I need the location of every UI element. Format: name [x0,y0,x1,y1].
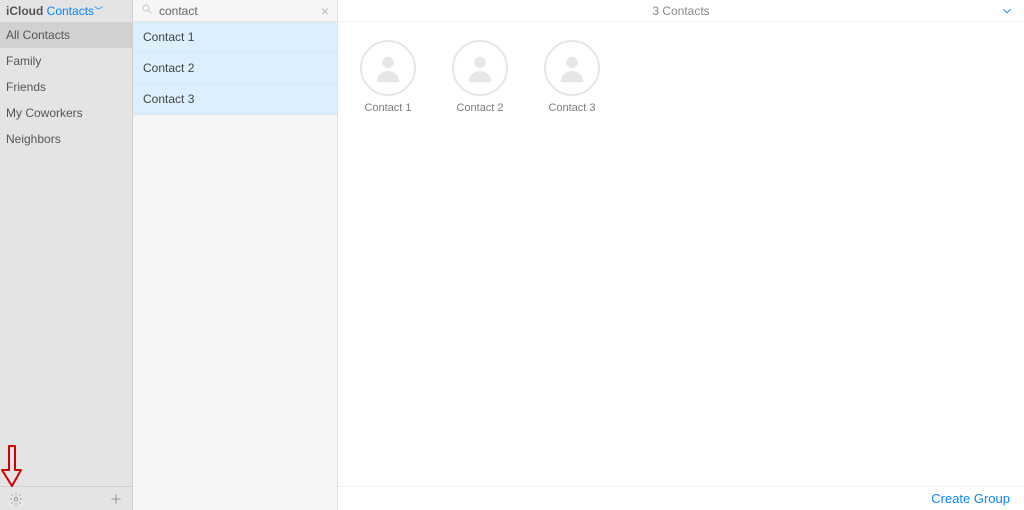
contact-list-column: × Contact 1 Contact 2 Contact 3 [133,0,338,510]
group-list: All Contacts Family Friends My Coworkers Nei… [0,22,132,486]
contact-card[interactable]: Contact 1 [360,40,416,114]
sidebar-group-item[interactable]: My Coworkers [0,100,132,126]
contact-row[interactable]: Contact 1 [133,22,337,53]
contact-card-label: Contact 2 [456,102,503,114]
contact-card[interactable]: Contact 2 [452,40,508,114]
plus-icon[interactable] [108,491,124,507]
group-label: Friends [6,80,46,94]
app-title[interactable]: iCloud Contacts﹀ [0,0,132,22]
contact-card[interactable]: Contact 3 [544,40,600,114]
contact-row-label: Contact 2 [143,61,194,75]
contact-row-label: Contact 1 [143,30,194,44]
contact-card-label: Contact 1 [364,102,411,114]
detail-header: 3 Contacts [338,0,1024,22]
contact-cards: Contact 1 Contact 2 Contact 3 [338,22,1024,132]
create-group-link[interactable]: Create Group [931,491,1010,506]
search-bar: × [133,0,337,22]
sidebar-group-item[interactable]: Neighbors [0,126,132,152]
contact-row[interactable]: Contact 3 [133,84,337,115]
sidebar-group-item[interactable]: All Contacts [0,22,132,48]
gear-icon[interactable] [8,491,24,507]
sidebar-group-item[interactable]: Friends [0,74,132,100]
sidebar-group-item[interactable]: Family [0,48,132,74]
chevron-down-icon[interactable] [1000,4,1014,21]
chevron-down-icon: ﹀ [94,6,103,16]
detail-title: 3 Contacts [652,4,709,18]
detail-pane: 3 Contacts Contact 1 Contact 2 Contact 3 C… [338,0,1024,510]
group-label: Neighbors [6,132,61,146]
group-label: All Contacts [6,28,70,42]
avatar-placeholder-icon [360,40,416,96]
contact-row-label: Contact 3 [143,92,194,106]
section-label: Contacts [47,4,94,18]
app-root: iCloud Contacts﹀ All Contacts Family Frien… [0,0,1024,510]
search-input[interactable] [159,4,315,18]
sidebar-footer [0,486,132,510]
group-label: My Coworkers [6,106,83,120]
brand-label: iCloud [6,4,43,18]
contact-card-label: Contact 3 [548,102,595,114]
avatar-placeholder-icon [452,40,508,96]
avatar-placeholder-icon [544,40,600,96]
detail-footer: Create Group [338,486,1024,510]
group-label: Family [6,54,41,68]
clear-search-icon[interactable]: × [321,4,329,18]
search-icon [141,3,153,18]
sidebar: iCloud Contacts﹀ All Contacts Family Frien… [0,0,133,510]
contact-rows: Contact 1 Contact 2 Contact 3 [133,22,337,510]
contact-row[interactable]: Contact 2 [133,53,337,84]
